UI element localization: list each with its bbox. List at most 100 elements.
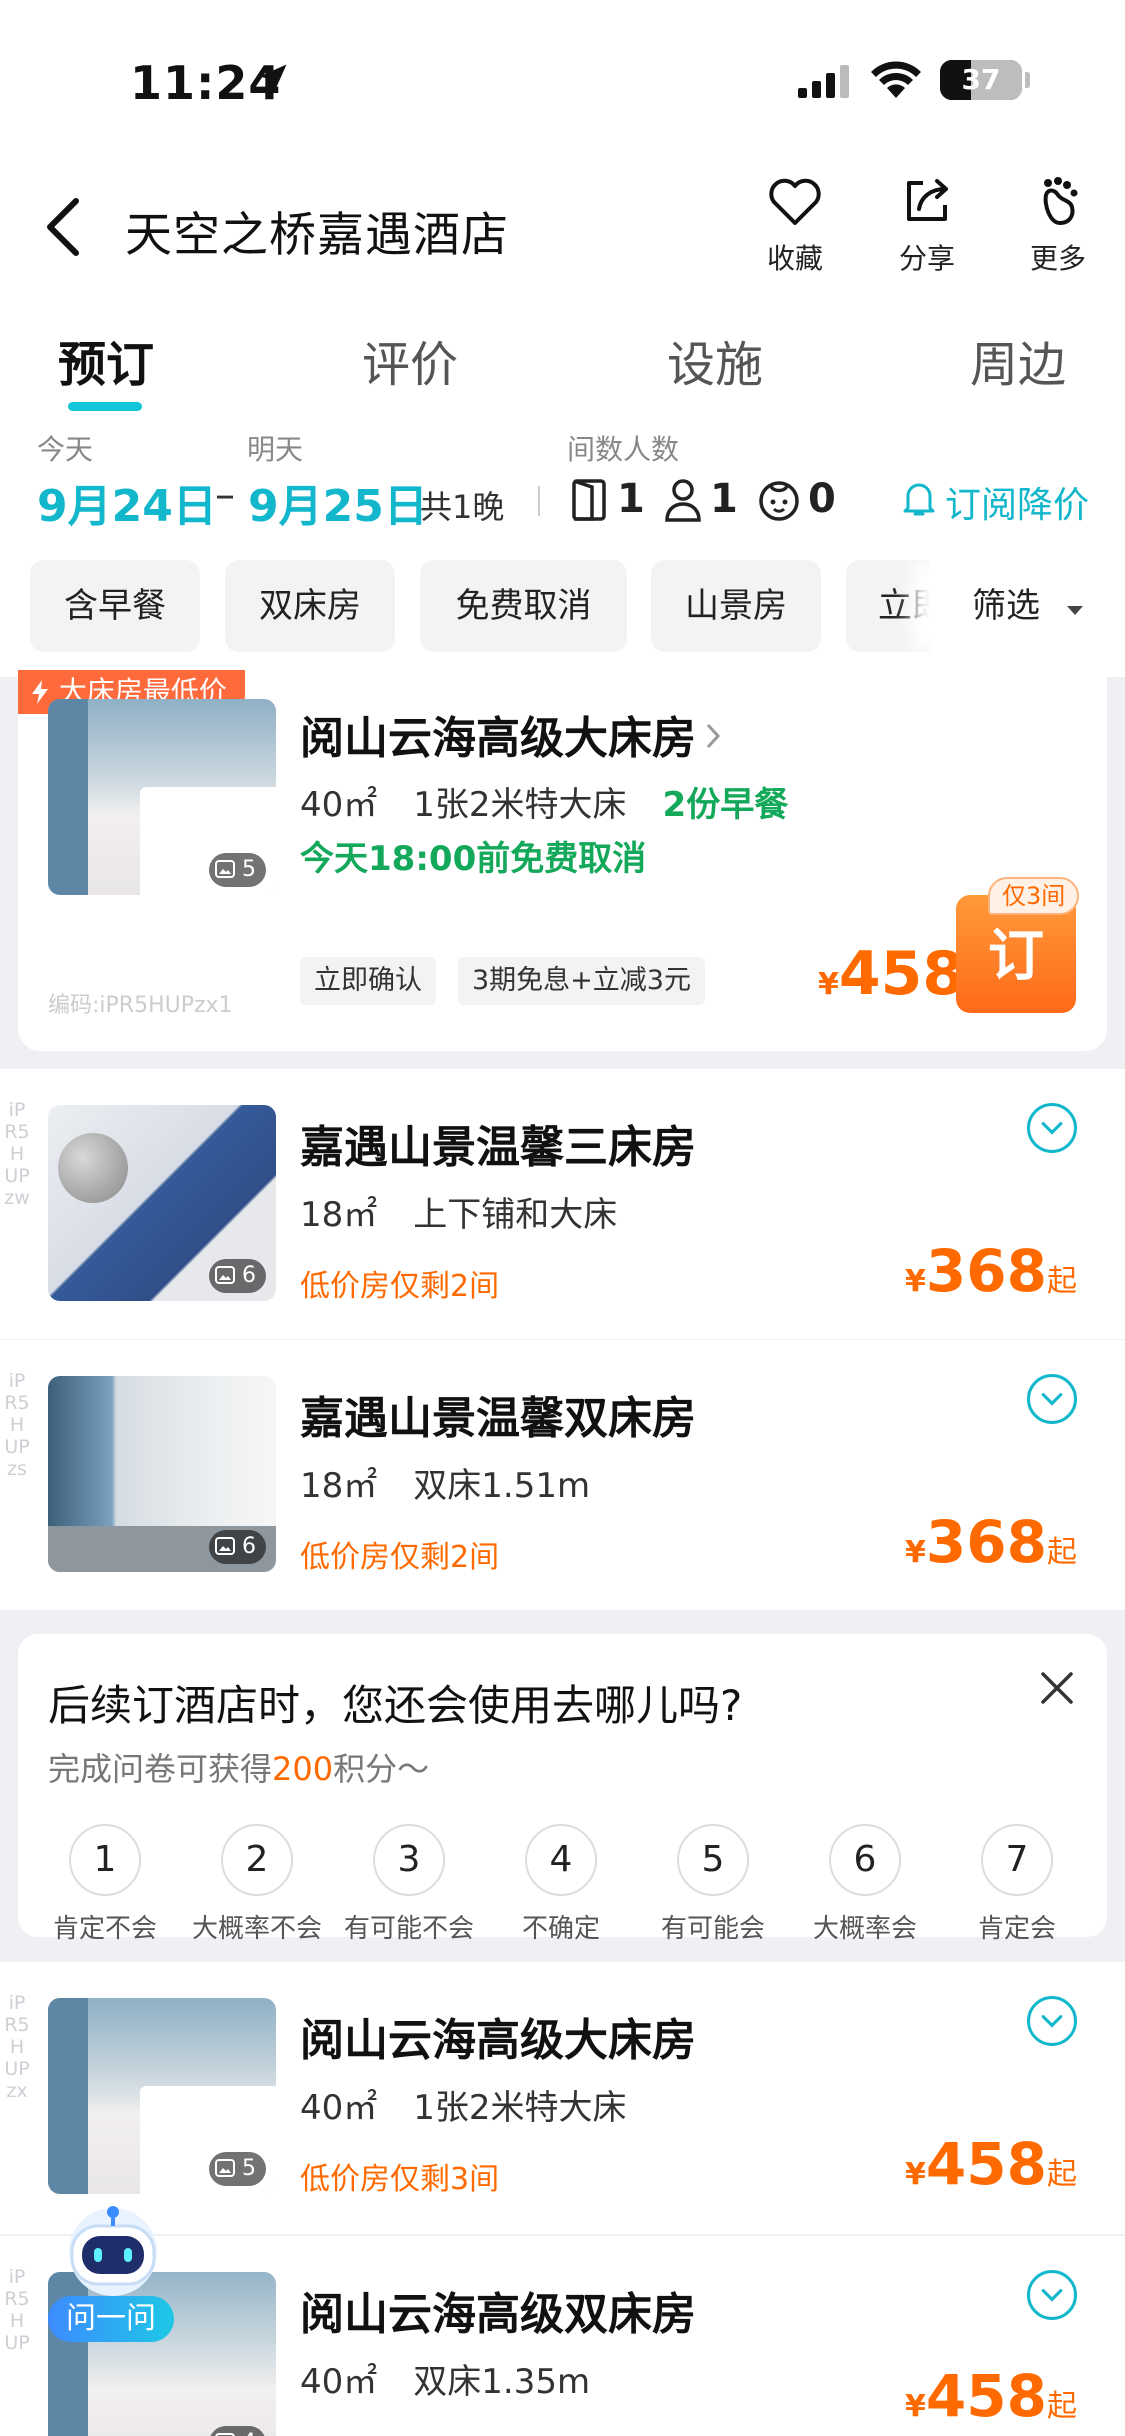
room-price: ¥368起 — [905, 1237, 1077, 1305]
checkout-date[interactable]: 9月25日 — [248, 470, 428, 534]
image-icon — [215, 1266, 235, 1284]
assistant-button[interactable]: 问一问 — [48, 2200, 178, 2350]
top-panel: 11:24 37 天空之桥嘉遇酒店 收藏 分享 更多 预订 评价 设施 周边 今… — [0, 0, 1125, 677]
nights-count: 共1晚 — [420, 488, 505, 526]
robot-icon — [69, 2206, 157, 2296]
more-button[interactable]: 更多 — [1013, 175, 1103, 277]
image-icon — [215, 1537, 235, 1555]
survey-option-6[interactable]: 6 大概率会 — [790, 1824, 940, 1945]
room-info: 40㎡ 双床1.35m — [300, 2362, 591, 2402]
survey-title: 后续订酒店时，您还会使用去哪儿吗? — [48, 1681, 743, 1730]
assistant-label: 问一问 — [48, 2296, 174, 2342]
cellular-signal-icon — [798, 65, 849, 98]
favorite-label: 收藏 — [766, 242, 823, 275]
low-stock-warning: 低价房仅剩3间 — [300, 2162, 500, 2197]
room-price: ¥458起 — [905, 2362, 1077, 2430]
room-price: ¥458起 — [905, 2130, 1077, 2198]
room-info: 18㎡ 双床1.51m — [300, 1466, 591, 1506]
room-name[interactable]: 嘉遇山景温馨双床房 — [300, 1382, 696, 1446]
chevron-down-icon[interactable] — [1027, 1996, 1077, 2046]
room-card[interactable]: iPR5HUPzs 6 嘉遇山景温馨双床房 18㎡ 双床1.51m 低价房仅剩2间… — [0, 1340, 1125, 1610]
photo-count: 5 — [209, 853, 266, 887]
survey-card: 后续订酒店时，您还会使用去哪儿吗? 完成问卷可获得200积分～ 1 肯定不会 2大… — [18, 1634, 1107, 1944]
location-arrow-icon — [259, 64, 287, 92]
rooms-count[interactable]: 1 — [617, 476, 645, 522]
adults-count[interactable]: 1 — [710, 476, 738, 522]
free-cancel-text: 今天18:00前免费取消 — [300, 839, 647, 879]
room-price: ¥368起 — [905, 1508, 1077, 1576]
back-arrow-icon[interactable] — [40, 195, 88, 259]
photo-count: 6 — [209, 1530, 266, 1564]
hotel-title: 天空之桥嘉遇酒店 — [125, 208, 509, 263]
close-icon[interactable] — [1037, 1668, 1077, 1708]
heart-icon — [769, 178, 821, 225]
room-code: 编码:iPR5HUPzx1 — [48, 993, 233, 1018]
door-icon — [572, 479, 606, 521]
image-icon — [215, 860, 235, 878]
survey-option-7[interactable]: 7 肯定会 — [942, 1824, 1092, 1945]
featured-price: ¥458 — [818, 939, 965, 1009]
lightning-icon — [32, 680, 48, 704]
featured-room-info: 40㎡ 1张2米特大床 2份早餐 — [300, 785, 789, 825]
room-photo[interactable]: 6 — [48, 1376, 276, 1572]
checkin-label: 今天 — [37, 433, 94, 466]
room-code-vertical: iPR5HUP — [4, 2266, 30, 2354]
room-code-vertical: iPR5HUPzx — [4, 1992, 30, 2102]
low-stock-warning: 低价房仅剩2间 — [300, 1540, 500, 1575]
room-card[interactable]: iPR5HUPzx 5 阅山云海高级大床房 40㎡ 1张2米特大床 低价房仅剩3间… — [0, 1962, 1125, 2234]
filter-button[interactable]: 筛选 — [930, 560, 1125, 652]
room-name[interactable]: 嘉遇山景温馨三床房 — [300, 1111, 696, 1175]
room-info: 40㎡ 1张2米特大床 — [300, 2088, 627, 2128]
chevron-down-icon[interactable] — [1027, 2270, 1077, 2320]
photo-count: 5 — [209, 2152, 266, 2186]
survey-option-3[interactable]: 3 有可能不会 — [334, 1824, 484, 1945]
tag-instant-confirm: 立即确认 — [300, 957, 436, 1005]
room-name[interactable]: 阅山云海高级双床房 — [300, 2278, 696, 2342]
filter-chip-mountain[interactable]: 山景房 — [651, 560, 821, 652]
photo-count: 4 — [209, 2426, 266, 2436]
chevron-right-icon — [706, 723, 721, 749]
tab-reviews[interactable]: 评价 — [362, 325, 458, 395]
tab-nearby[interactable]: 周边 — [970, 325, 1066, 395]
room-card[interactable]: iPR5HUPzw 6 嘉遇山景温馨三床房 18㎡ 上下铺和大床 低价房仅剩2间 … — [0, 1069, 1125, 1339]
room-photo[interactable]: 5 — [48, 1998, 276, 2194]
photo-count: 6 — [209, 1259, 266, 1293]
adult-icon — [665, 479, 701, 522]
featured-room-name[interactable]: 阅山云海高级大床房 — [300, 702, 726, 766]
child-icon — [759, 481, 799, 521]
filter-label: 筛选 — [972, 586, 1040, 626]
tab-facilities[interactable]: 设施 — [667, 325, 763, 395]
more-label: 更多 — [1029, 242, 1086, 275]
tab-indicator — [68, 402, 142, 411]
wifi-icon — [871, 61, 921, 98]
filter-chip-breakfast[interactable]: 含早餐 — [30, 560, 200, 652]
checkin-date[interactable]: 9月24日 — [37, 470, 217, 534]
chevron-down-icon[interactable] — [1027, 1103, 1077, 1153]
filter-chip-free-cancel[interactable]: 免费取消 — [420, 560, 627, 652]
room-name[interactable]: 阅山云海高级大床房 — [300, 2004, 696, 2068]
featured-room-card[interactable]: 大床房最低价 5 编码:iPR5HUPzx1 阅山云海高级大床房 40㎡ 1张2米… — [18, 670, 1107, 1051]
checkout-label: 明天 — [247, 433, 304, 466]
share-button[interactable]: 分享 — [882, 175, 972, 277]
chevron-down-icon[interactable] — [1027, 1374, 1077, 1424]
tag-installment: 3期免息+立减3元 — [458, 957, 705, 1005]
low-stock-warning: 低价房仅剩2间 — [300, 1269, 500, 1304]
survey-option-1[interactable]: 1 肯定不会 — [30, 1824, 180, 1945]
filter-chip-twin[interactable]: 双床房 — [225, 560, 395, 652]
room-code-vertical: iPR5HUPzw — [4, 1099, 30, 1209]
room-photo[interactable]: 6 — [48, 1105, 276, 1301]
survey-option-4[interactable]: 4 不确定 — [486, 1824, 636, 1945]
children-count[interactable]: 0 — [808, 476, 836, 522]
divider — [538, 486, 540, 516]
battery-tip — [1025, 72, 1030, 88]
share-label: 分享 — [898, 242, 955, 275]
subscribe-price-drop[interactable]: 订阅降价 — [945, 476, 1089, 528]
favorite-button[interactable]: 收藏 — [750, 175, 840, 277]
bell-icon — [903, 483, 935, 516]
survey-option-2[interactable]: 2 大概率不会 — [182, 1824, 332, 1945]
guests-label: 间数人数 — [567, 433, 680, 466]
room-photo[interactable]: 5 — [48, 699, 276, 895]
tab-booking[interactable]: 预订 — [58, 325, 154, 395]
image-icon — [215, 2159, 235, 2177]
survey-option-5[interactable]: 5 有可能会 — [638, 1824, 788, 1945]
